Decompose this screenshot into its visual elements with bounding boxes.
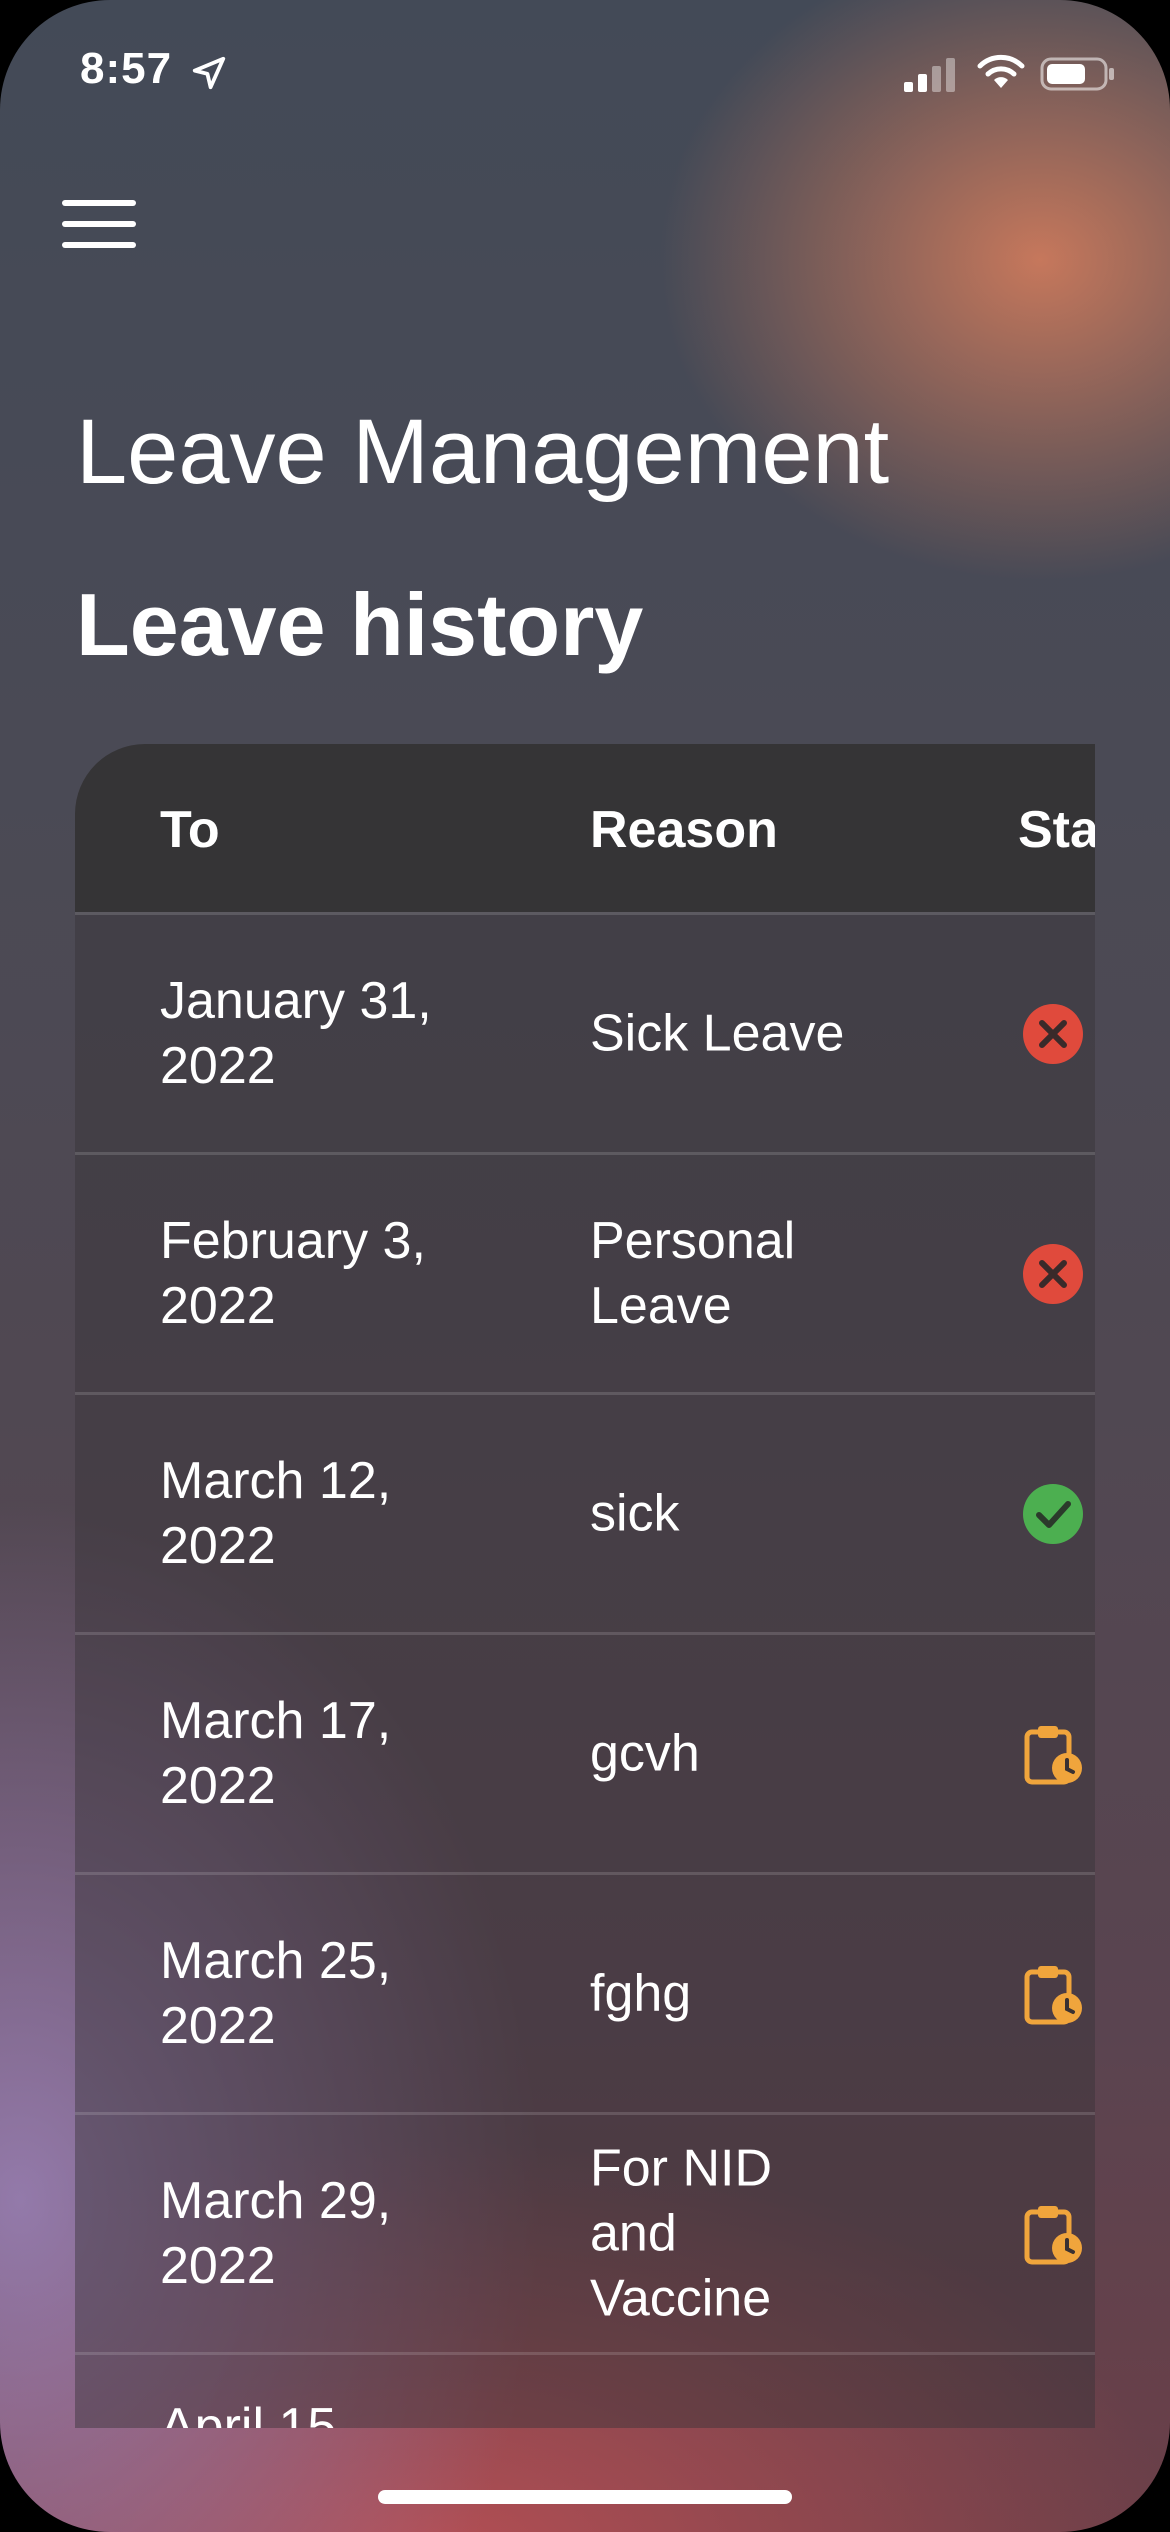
hamburger-menu-icon[interactable] (60, 198, 138, 250)
cell-to-date: April 15 (160, 2398, 337, 2428)
cell-reason: Sick Leave (590, 1004, 845, 1063)
cell-to-date: January 31, 2022 (160, 972, 432, 1095)
page-title: Leave Management (76, 401, 890, 503)
close-circle-icon (1023, 1004, 1083, 1064)
cellular-signal-icon (904, 58, 955, 92)
cell-reason: sick (590, 1484, 680, 1543)
cell-reason: Personal Leave (590, 1212, 796, 1335)
section-title: Leave history (76, 575, 644, 674)
battery-icon (1040, 57, 1114, 91)
table-row[interactable]: March 25, 2022 fghg (75, 1872, 1095, 2113)
column-header-reason: Reason (590, 801, 778, 859)
cell-to-date: March 29, 2022 (160, 2172, 392, 2295)
cell-to-date: March 25, 2022 (160, 1932, 392, 2055)
cell-reason: gcvh (590, 1724, 700, 1783)
leave-history-table[interactable]: To Reason Sta January 31, 2022 Sick Leav… (75, 744, 1095, 2428)
clipboard-clock-icon (1024, 2206, 1082, 2265)
table-row[interactable]: March 12, 2022 sick (75, 1392, 1095, 1633)
cell-to-date: February 3, 2022 (160, 1212, 426, 1335)
check-circle-icon (1023, 1484, 1083, 1544)
column-header-to: To (160, 801, 220, 859)
cell-to-date: March 17, 2022 (160, 1692, 392, 1815)
table-header: To Reason Sta (75, 744, 1095, 912)
table-row[interactable]: March 17, 2022 gcvh (75, 1632, 1095, 1873)
clipboard-clock-icon (1024, 1966, 1082, 2025)
wifi-icon (977, 54, 1025, 88)
table-row[interactable]: March 29, 2022 For NID and Vaccine (75, 2112, 1095, 2353)
cell-to-date: March 12, 2022 (160, 1452, 392, 1575)
home-indicator[interactable] (378, 2490, 792, 2504)
app-screen: 8:57 Leave Management Leave history To R… (0, 0, 1170, 2532)
column-header-status: Sta (1018, 801, 1095, 859)
location-arrow-icon (192, 56, 226, 90)
close-circle-icon (1023, 1244, 1083, 1304)
cell-reason: fghg (590, 1964, 692, 2023)
cell-reason: For NID and Vaccine (590, 2139, 772, 2328)
table-row[interactable]: April 15 (75, 2352, 1095, 2428)
table-row[interactable]: January 31, 2022 Sick Leave (75, 912, 1095, 1153)
table-body: January 31, 2022 Sick Leave February 3, … (75, 912, 1095, 2428)
clipboard-clock-icon (1024, 1726, 1082, 1785)
table-row[interactable]: February 3, 2022 Personal Leave (75, 1152, 1095, 1393)
status-time: 8:57 (80, 44, 173, 93)
